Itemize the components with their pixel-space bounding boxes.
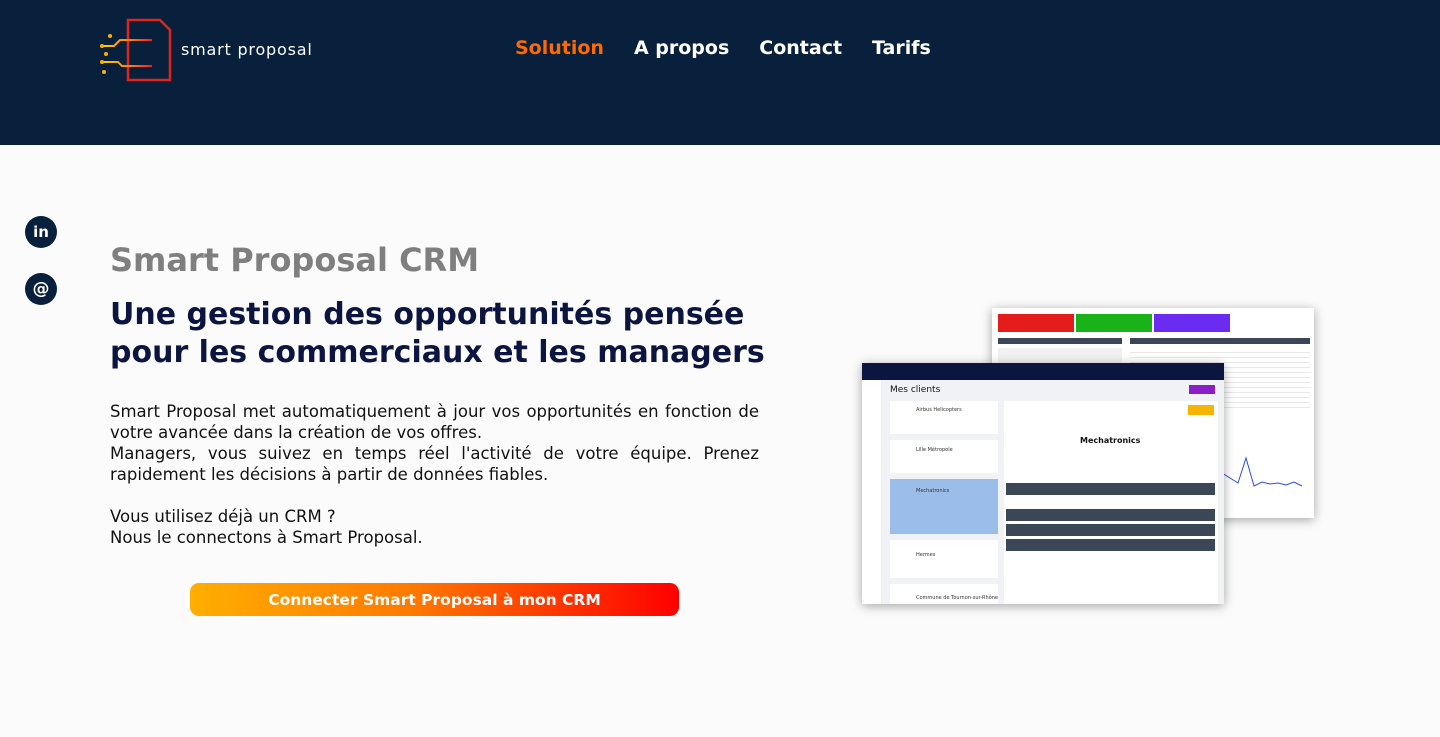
main-nav: Solution A propos Contact Tarifs: [515, 37, 931, 59]
brand-name: smart proposal: [181, 40, 313, 59]
client-4-name: Hermes: [916, 552, 936, 558]
hero-headline: Une gestion des opportunités pensée pour…: [110, 296, 790, 372]
paragraph-managers: Managers, vous suivez en temps réel l'ac…: [110, 444, 759, 484]
client-2-name: Lille Métropole: [916, 447, 953, 453]
top-header: smart proposal Solution A propos Contact…: [0, 0, 1440, 145]
linkedin-icon[interactable]: in: [25, 216, 57, 248]
nav-a-propos[interactable]: A propos: [634, 37, 729, 59]
hero-description: Smart Proposal met automatiquement à jou…: [110, 401, 759, 548]
paragraph-auto-update: Smart Proposal met automatiquement à jou…: [110, 402, 759, 442]
clients-screenshot: Mes clients Airbus Helicopters Lille Mét…: [862, 363, 1224, 604]
nav-solution[interactable]: Solution: [515, 37, 604, 59]
nav-contact[interactable]: Contact: [759, 37, 842, 59]
smart-proposal-logo[interactable]: smart proposal: [100, 16, 330, 84]
circuit-document-icon: [100, 18, 172, 82]
paragraph-crm-connect: Nous le connectons à Smart Proposal.: [110, 528, 423, 547]
headline-line-1: Une gestion des opportunités pensée: [110, 297, 745, 332]
client-1-name: Airbus Helicopters: [916, 407, 962, 413]
client-3-name: Mechatronics: [916, 488, 950, 494]
email-icon[interactable]: @: [25, 273, 57, 305]
paragraph-crm-question: Vous utilisez déjà un CRM ?: [110, 507, 336, 526]
mock-title: Mes clients: [890, 385, 941, 395]
headline-line-2: pour les commerciaux et les managers: [110, 335, 765, 370]
activity-line-chart: [1222, 456, 1303, 487]
nav-tarifs[interactable]: Tarifs: [872, 37, 931, 59]
product-title: Smart Proposal CRM: [110, 241, 480, 279]
detail-client-name: Mechatronics: [1080, 436, 1141, 445]
client-5-name: Commune de Tournon-sur-Rhône: [916, 595, 998, 601]
connect-crm-button[interactable]: Connecter Smart Proposal à mon CRM: [190, 583, 679, 616]
